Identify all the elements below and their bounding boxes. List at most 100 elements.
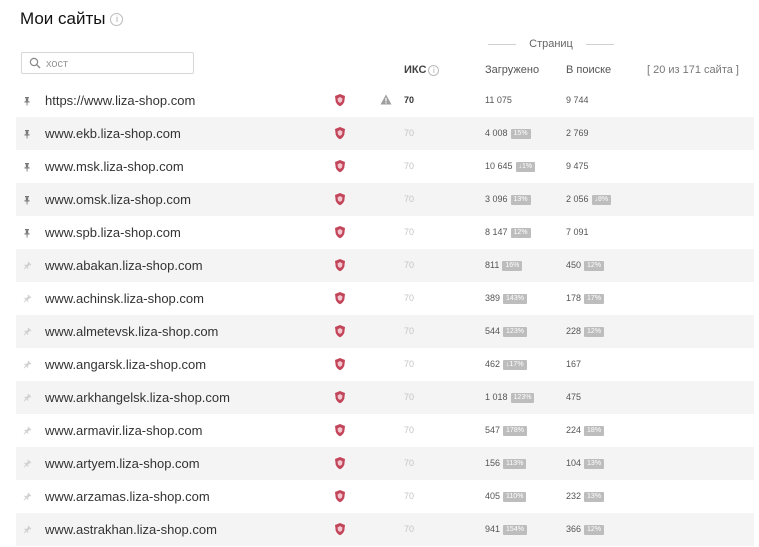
iks-value: 70 (404, 425, 415, 435)
shield-icon[interactable] (334, 126, 346, 140)
search-icon (29, 57, 41, 69)
loaded-change-badge: 13% (510, 195, 531, 205)
table-row[interactable]: www.msk.liza-shop.com 70 10 645 ↓1% 9 475 (16, 150, 754, 183)
in-search-change-badge: 13% (584, 492, 605, 502)
site-host-link[interactable]: www.msk.liza-shop.com (45, 159, 184, 174)
site-host-link[interactable]: www.angarsk.liza-shop.com (45, 357, 206, 372)
site-host-link[interactable]: www.astrakhan.liza-shop.com (45, 522, 217, 537)
table-row[interactable]: www.artyem.liza-shop.com 70 156 113% 104 13% (16, 447, 754, 480)
table-row[interactable]: www.ekb.liza-shop.com 70 4 008 15% 2 769 (16, 117, 754, 150)
pin-icon[interactable] (22, 162, 32, 172)
iks-value: 70 (404, 524, 415, 534)
site-host-link[interactable]: www.abakan.liza-shop.com (45, 258, 203, 273)
column-header-loaded[interactable]: Загружено (485, 64, 539, 76)
pin-icon[interactable] (22, 294, 32, 304)
in-search-value: 475 (566, 392, 582, 402)
site-host-link[interactable]: www.ekb.liza-shop.com (45, 126, 181, 141)
site-host-link[interactable]: www.achinsk.liza-shop.com (45, 291, 204, 306)
loaded-pages: 462 ↓17% (485, 359, 527, 370)
loaded-pages: 11 075 (485, 95, 512, 105)
table-row[interactable]: www.achinsk.liza-shop.com 70 389 143% 178 17% (16, 282, 754, 315)
pin-icon[interactable] (22, 426, 32, 436)
pin-icon[interactable] (22, 261, 32, 271)
table-row[interactable]: www.arkhangelsk.liza-shop.com 70 1 018 123%… (16, 381, 754, 414)
shield-icon[interactable] (334, 456, 346, 470)
search-box[interactable] (21, 52, 194, 74)
pin-icon[interactable] (22, 327, 32, 337)
site-host-link[interactable]: www.omsk.liza-shop.com (45, 192, 191, 207)
in-search-value: 9 744 (566, 95, 589, 105)
info-icon[interactable]: i (428, 65, 440, 76)
in-search-change-badge: 12% (584, 327, 605, 337)
in-search-pages: 2 769 (566, 128, 589, 138)
info-icon[interactable]: i (110, 13, 124, 26)
in-search-pages: 228 12% (566, 326, 605, 337)
iks-value: 70 (404, 326, 415, 336)
in-search-value: 7 091 (566, 227, 589, 237)
loaded-change-badge: ↓1% (515, 162, 536, 172)
in-search-pages: 2 056 ↓8% (566, 194, 612, 205)
loaded-change-badge: 143% (503, 294, 527, 304)
shield-icon[interactable] (334, 357, 346, 371)
in-search-change-badge: ↓8% (591, 195, 612, 205)
shield-icon[interactable] (334, 225, 346, 239)
column-header-iks[interactable]: ИКС i (404, 64, 440, 76)
table-row[interactable]: www.omsk.liza-shop.com 70 3 096 13% 2 056 ↓8% (16, 183, 754, 216)
site-host-link[interactable]: https://www.liza-shop.com (45, 93, 195, 108)
shield-icon[interactable] (334, 522, 346, 536)
in-search-value: 232 (566, 491, 582, 501)
in-search-value: 228 (566, 326, 582, 336)
in-search-value: 9 475 (566, 161, 589, 171)
pin-icon[interactable] (22, 228, 32, 238)
in-search-value: 2 056 (566, 194, 589, 204)
site-host-link[interactable]: www.arzamas.liza-shop.com (45, 489, 210, 504)
loaded-change-badge: 110% (503, 492, 527, 502)
search-input[interactable] (44, 55, 188, 73)
shield-icon[interactable] (334, 192, 346, 206)
pages-group-header: Страниц (488, 38, 614, 50)
shield-icon[interactable] (334, 489, 346, 503)
site-host-link[interactable]: www.armavir.liza-shop.com (45, 423, 203, 438)
loaded-pages: 3 096 13% (485, 194, 531, 205)
shield-icon[interactable] (334, 324, 346, 338)
table-row[interactable]: https://www.liza-shop.com 70 11 075 9 744 (16, 84, 754, 117)
site-host-link[interactable]: www.arkhangelsk.liza-shop.com (45, 390, 230, 405)
shield-icon[interactable] (334, 258, 346, 272)
loaded-change-badge: 113% (503, 459, 527, 469)
in-search-pages: 7 091 (566, 227, 589, 237)
pin-icon[interactable] (22, 492, 32, 502)
shield-icon[interactable] (334, 423, 346, 437)
iks-value: 70 (404, 491, 415, 501)
table-row[interactable]: www.angarsk.liza-shop.com 70 462 ↓17% 167 (16, 348, 754, 381)
table-row[interactable]: www.armavir.liza-shop.com 70 547 178% 224 18% (16, 414, 754, 447)
loaded-change-badge: 12% (510, 228, 531, 238)
shield-icon[interactable] (334, 159, 346, 173)
shield-icon[interactable] (334, 291, 346, 305)
pin-icon[interactable] (22, 96, 32, 106)
table-row[interactable]: www.arzamas.liza-shop.com 70 405 110% 232 13% (16, 480, 754, 513)
iks-value: 70 (404, 128, 415, 138)
table-row[interactable]: www.abakan.liza-shop.com 70 811 16% 450 12% (16, 249, 754, 282)
loaded-pages: 4 008 15% (485, 128, 531, 139)
pin-icon[interactable] (22, 360, 32, 370)
table-row[interactable]: www.almetevsk.liza-shop.com 70 544 123% 228 1… (16, 315, 754, 348)
pin-icon[interactable] (22, 195, 32, 205)
iks-value: 70 (404, 293, 415, 303)
iks-value: 70 (404, 227, 415, 237)
table-row[interactable]: www.spb.liza-shop.com 70 8 147 12% 7 091 (16, 216, 754, 249)
warning-icon[interactable] (380, 94, 392, 105)
loaded-change-badge: ↓17% (503, 360, 527, 370)
loaded-value: 405 (485, 491, 501, 501)
in-search-pages: 167 (566, 359, 581, 369)
site-host-link[interactable]: www.artyem.liza-shop.com (45, 456, 200, 471)
site-host-link[interactable]: www.almetevsk.liza-shop.com (45, 324, 218, 339)
table-row[interactable]: www.astrakhan.liza-shop.com 70 941 154% 366 1… (16, 513, 754, 546)
pin-icon[interactable] (22, 129, 32, 139)
pin-icon[interactable] (22, 459, 32, 469)
shield-icon[interactable] (334, 93, 346, 107)
shield-icon[interactable] (334, 390, 346, 404)
site-host-link[interactable]: www.spb.liza-shop.com (45, 225, 181, 240)
column-header-in-search[interactable]: В поиске (566, 64, 611, 76)
pin-icon[interactable] (22, 525, 32, 535)
pin-icon[interactable] (22, 393, 32, 403)
